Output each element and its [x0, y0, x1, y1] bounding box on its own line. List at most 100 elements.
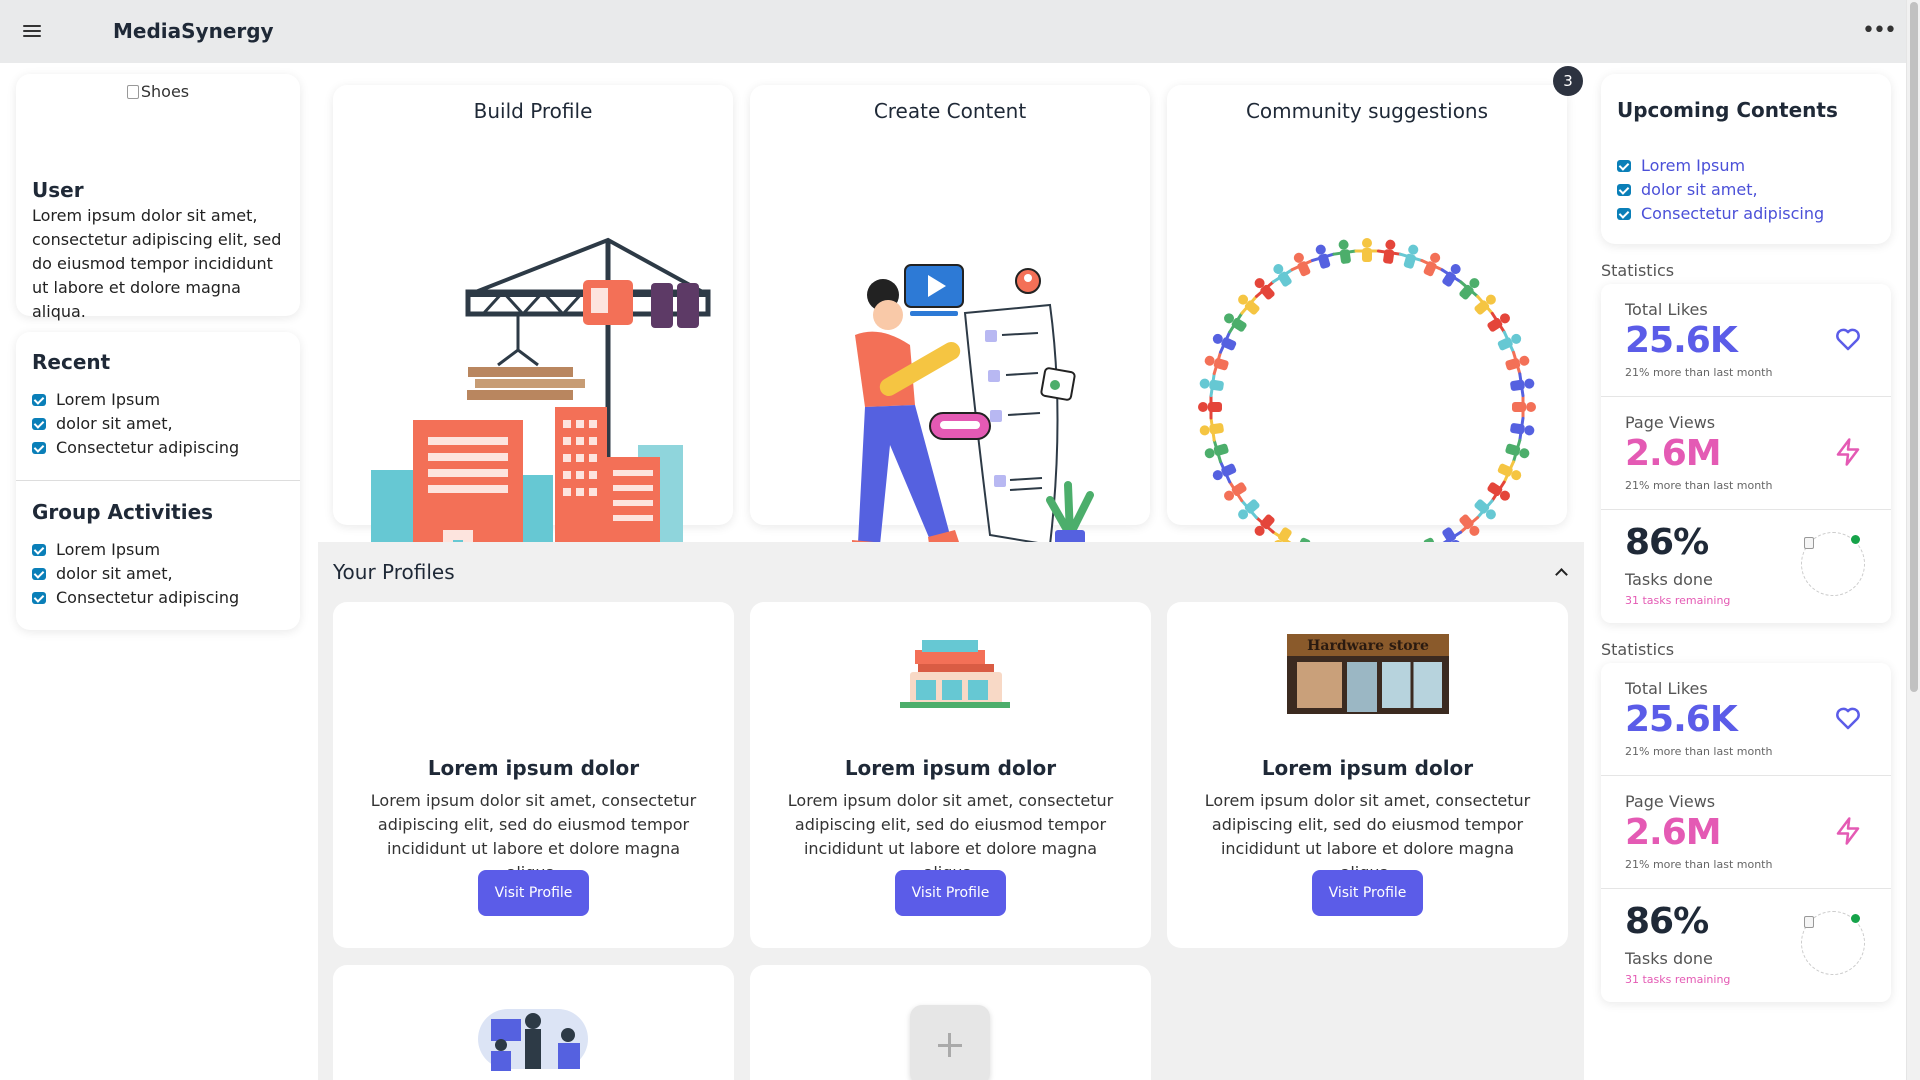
user-image-alt: Shoes: [140, 82, 190, 101]
stat-title: Tasks done: [1625, 570, 1713, 589]
user-card: Shoes User Lorem ipsum dolor sit amet, c…: [16, 74, 300, 321]
recent-section: Recent Lorem Ipsum dolor sit amet, Conse…: [32, 350, 239, 460]
broken-image-icon: [1804, 537, 1814, 549]
list-item[interactable]: Lorem Ipsum: [1617, 154, 1824, 178]
list-item[interactable]: Consectetur adipiscing: [32, 586, 239, 610]
person-figure-icon: [1198, 394, 1222, 420]
online-status-dot: [1851, 535, 1860, 544]
stat-tasks-done: 86% Tasks done 31 tasks remaining: [1601, 889, 1891, 1002]
profile-title: Lorem ipsum dolor: [844, 756, 1057, 780]
add-profile-card[interactable]: [750, 965, 1151, 1080]
person-figure-icon: [1510, 372, 1535, 398]
hero-title: Build Profile: [473, 99, 593, 123]
scrollbar[interactable]: [1906, 0, 1920, 1080]
person-figure-icon: [1271, 264, 1294, 287]
notification-badge[interactable]: 3: [1553, 66, 1583, 96]
list-item[interactable]: Lorem Ipsum: [32, 538, 239, 562]
profile-card: Lorem ipsum dolor Lorem ipsum dolor sit …: [750, 602, 1151, 948]
stat-page-views: Page Views 2.6M 21% more than last month: [1601, 776, 1891, 889]
person-figure-icon: [1290, 252, 1314, 277]
person-figure-icon: [1224, 311, 1247, 334]
scrollbar-thumb[interactable]: [1910, 2, 1918, 692]
checkbox-icon[interactable]: [1617, 160, 1631, 172]
checkbox-icon[interactable]: [32, 568, 46, 580]
list-item[interactable]: Lorem Ipsum: [32, 388, 239, 412]
lightning-icon: [1836, 438, 1860, 466]
checkbox-icon[interactable]: [1617, 208, 1631, 220]
upcoming-contents-card: Upcoming Contents Lorem Ipsum dolor sit …: [1601, 74, 1891, 244]
team-meeting-icon: [478, 1009, 588, 1071]
person-figure-icon: [1510, 416, 1535, 442]
add-icon[interactable]: [910, 1005, 990, 1080]
recent-title: Recent: [32, 350, 111, 374]
checkbox-icon[interactable]: [32, 394, 46, 406]
visit-profile-button[interactable]: Visit Profile: [1312, 870, 1423, 916]
community-suggestions-card[interactable]: Community suggestions: [1167, 85, 1567, 576]
person-figure-icon: [1199, 372, 1224, 398]
panel-title: Your Profiles: [333, 560, 455, 584]
checkbox-icon[interactable]: [32, 418, 46, 430]
hero-title: Community suggestions: [1245, 99, 1489, 123]
stat-page-views: Page Views 2.6M 21% more than last month: [1601, 397, 1891, 510]
build-profile-card[interactable]: Build Profile: [333, 85, 733, 576]
stat-title: Total Likes: [1625, 300, 1708, 319]
checkbox-icon[interactable]: [32, 544, 46, 556]
person-figure-icon: [1505, 350, 1530, 376]
hero-title: Create Content: [873, 99, 1027, 123]
list-item[interactable]: dolor sit amet,: [1617, 178, 1824, 202]
chevron-up-icon[interactable]: [1555, 566, 1567, 578]
profile-title: Lorem ipsum dolor: [1261, 756, 1474, 780]
person-figure-icon: [1505, 438, 1530, 464]
heart-icon: [1836, 707, 1860, 730]
profile-card: Hardware store Lorem ipsum dolor Lorem i…: [1167, 602, 1568, 948]
person-figure-icon: [1487, 480, 1510, 503]
avatar: [1801, 911, 1865, 975]
statistics-label: Statistics: [1601, 640, 1675, 659]
content-creator-illustration: [852, 264, 1094, 560]
stat-total-likes: Total Likes 25.6K 21% more than last mon…: [1601, 663, 1891, 776]
stat-value: 2.6M: [1625, 812, 1722, 853]
hardware-store-icon: Hardware store: [1287, 634, 1449, 714]
profile-title: Lorem ipsum dolor: [427, 756, 640, 780]
checkbox-icon[interactable]: [32, 442, 46, 454]
more-options-icon[interactable]: •••: [1862, 20, 1897, 42]
stat-title: Page Views: [1625, 792, 1716, 811]
list-item[interactable]: Consectetur adipiscing: [1617, 202, 1824, 226]
stat-desc: 31 tasks remaining: [1625, 594, 1731, 607]
person-figure-icon: [1398, 244, 1424, 269]
list-item[interactable]: Consectetur adipiscing: [32, 436, 239, 460]
stat-tasks-done: 86% Tasks done 31 tasks remaining: [1601, 510, 1891, 623]
visit-profile-button[interactable]: Visit Profile: [895, 870, 1006, 916]
person-figure-icon: [1376, 239, 1402, 264]
stat-desc: 21% more than last month: [1625, 745, 1773, 758]
statistics-block: Total Likes 25.6K 21% more than last mon…: [1601, 663, 1891, 1002]
upcoming-title: Upcoming Contents: [1617, 98, 1838, 122]
create-content-card[interactable]: Create Content: [750, 85, 1150, 560]
user-description: Lorem ipsum dolor sit amet, consectetur …: [32, 206, 282, 321]
person-figure-icon: [1199, 416, 1224, 442]
list-item[interactable]: dolor sit amet,: [32, 412, 239, 436]
checkbox-icon[interactable]: [32, 592, 46, 604]
lightning-icon: [1836, 817, 1860, 845]
profiles-panel: Your Profiles Lorem ipsum dolor Lorem ip…: [318, 542, 1584, 1080]
person-figure-icon: [1512, 394, 1536, 420]
stat-desc: 21% more than last month: [1625, 858, 1773, 871]
user-title: User: [32, 178, 84, 202]
person-figure-icon: [1487, 311, 1510, 334]
list-item[interactable]: dolor sit amet,: [32, 562, 239, 586]
stat-value: 25.6K: [1625, 320, 1738, 361]
top-bar: MediaSynergy •••: [0, 0, 1906, 63]
person-figure-icon: [1440, 264, 1463, 287]
group-activities-title: Group Activities: [32, 500, 214, 524]
visit-profile-button[interactable]: Visit Profile: [478, 870, 589, 916]
divider: [16, 480, 300, 481]
stat-desc: 31 tasks remaining: [1625, 973, 1731, 986]
app-title: MediaSynergy: [113, 19, 274, 43]
person-figure-icon: [1212, 330, 1237, 354]
hamburger-menu-icon[interactable]: [22, 22, 42, 42]
person-figure-icon: [1332, 239, 1358, 264]
stat-value: 86%: [1625, 522, 1709, 563]
heart-icon: [1836, 328, 1860, 351]
shop-building-icon: [900, 640, 1010, 708]
checkbox-icon[interactable]: [1617, 184, 1631, 196]
